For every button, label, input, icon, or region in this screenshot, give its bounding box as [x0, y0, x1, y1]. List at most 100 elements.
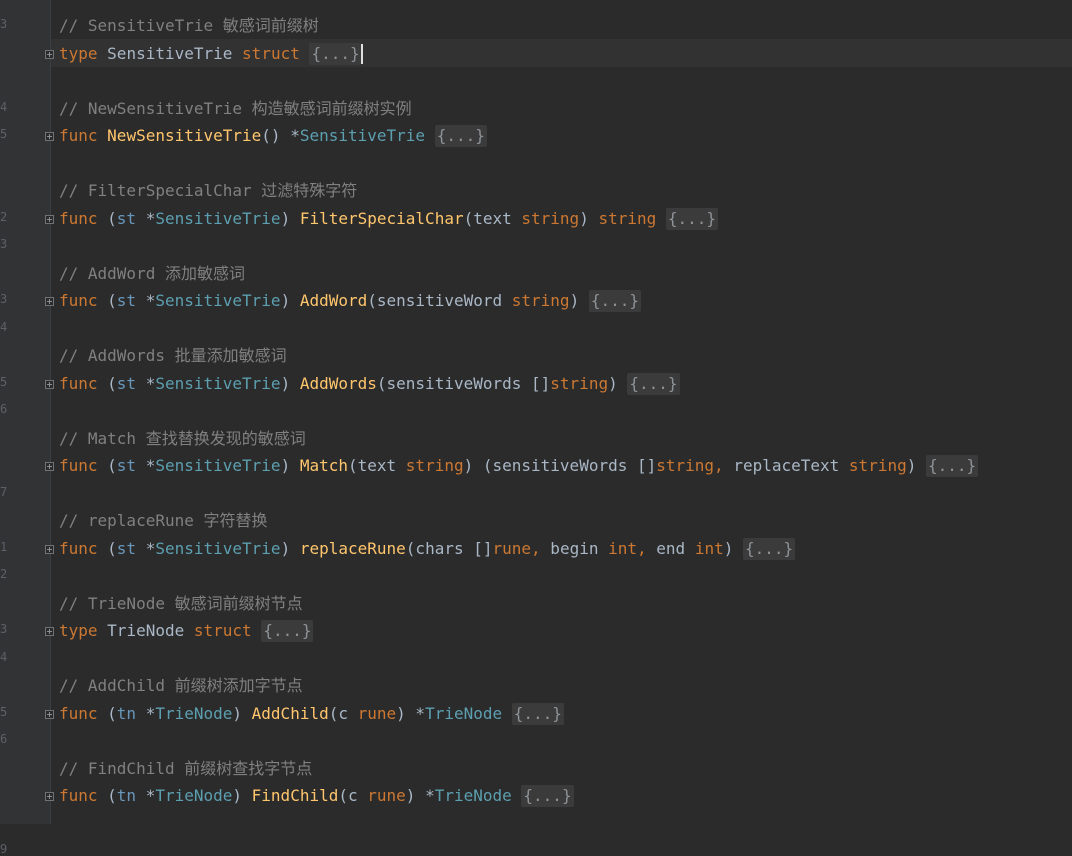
fold-expand-icon[interactable] — [45, 792, 54, 801]
code-token: string — [550, 373, 609, 393]
code-token: (c — [328, 703, 358, 723]
code-token: ( — [97, 538, 117, 558]
fold-expand-icon[interactable] — [45, 627, 54, 636]
code-declaration: func (tn *TrieNode) AddChild(c rune) *Tr… — [59, 702, 564, 725]
code-comment: // TrieNode 敏感词前缀树节点 — [59, 593, 303, 613]
code-token: tn — [116, 703, 137, 723]
code-token: TrieNode — [155, 786, 233, 805]
code-token: type — [59, 43, 98, 63]
code-token: rune — [357, 703, 397, 723]
code-token: (chars [] — [405, 538, 493, 558]
code-token: string, — [656, 456, 724, 475]
code-token: string — [848, 456, 907, 475]
code-token: int, — [608, 538, 647, 558]
code-token: (text — [348, 456, 406, 475]
fold-expand-icon[interactable] — [45, 379, 54, 389]
fold-expand-icon[interactable] — [45, 544, 54, 554]
code-token: string — [521, 208, 580, 228]
code-token: struct — [242, 43, 300, 63]
code-declaration: func (st *SensitiveTrie) Match(text stri… — [59, 455, 979, 477]
code-token: int — [694, 538, 724, 558]
code-comment: // SensitiveTrie 敏感词前缀树 — [59, 16, 319, 35]
code-declaration: func (tn *TrieNode) FindChild(c rune) *T… — [59, 785, 574, 807]
code-token: st — [116, 373, 137, 393]
code-declaration: type TrieNode struct {...} — [59, 620, 314, 642]
folded-region-placeholder[interactable]: {...} — [588, 290, 641, 312]
code-token: * — [136, 373, 156, 393]
code-token: * — [136, 456, 156, 475]
folded-region-placeholder[interactable]: {...} — [627, 372, 680, 395]
code-token: type — [59, 621, 98, 640]
line-number: 2 — [0, 567, 8, 581]
code-token: rune — [367, 786, 406, 805]
code-comment: // FindChild 前缀树查找字节点 — [59, 758, 313, 778]
code-comment: // NewSensitiveTrie 构造敏感词前缀树实例 — [59, 98, 412, 118]
code-token: * — [136, 786, 156, 805]
code-token: st — [116, 538, 137, 558]
folded-region-placeholder[interactable]: {...} — [434, 125, 487, 147]
code-token: func — [59, 208, 98, 228]
line-number: 9 — [0, 842, 8, 856]
code-token: (c — [338, 786, 368, 805]
line-number: 6 — [0, 402, 8, 416]
text-cursor — [360, 44, 363, 64]
code-token: ) — [579, 208, 599, 228]
code-token: AddWord — [299, 291, 368, 310]
code-token: tn — [116, 786, 137, 805]
code-token: (sensitiveWord — [367, 291, 512, 310]
folded-region-placeholder[interactable]: {...} — [511, 702, 564, 725]
folded-region-placeholder[interactable]: {...} — [261, 620, 314, 642]
fold-expand-icon[interactable] — [45, 49, 54, 59]
line-number: 7 — [0, 484, 8, 499]
code-token: ) * — [405, 786, 435, 805]
code-token: rune, — [492, 538, 541, 558]
fold-expand-icon[interactable] — [45, 297, 54, 306]
code-token: TrieNode — [155, 703, 233, 723]
code-token: replaceText — [723, 456, 849, 475]
line-number: 3 — [0, 17, 8, 31]
folded-region-placeholder[interactable]: {...} — [665, 207, 719, 230]
code-comment: // AddWords 批量添加敏感词 — [59, 346, 287, 365]
folded-region-placeholder[interactable]: {...} — [309, 42, 362, 65]
code-token: ( — [97, 456, 117, 475]
code-token: string — [405, 456, 464, 475]
line-number: 3 — [0, 622, 8, 636]
code-token: func — [59, 538, 98, 558]
code-token: AddWords — [299, 373, 377, 393]
code-declaration: func (st *SensitiveTrie) replaceRune(cha… — [59, 537, 796, 560]
fold-expand-icon[interactable] — [45, 462, 54, 471]
code-token: ) — [906, 456, 926, 475]
code-token: ( — [97, 291, 117, 310]
fold-expand-icon[interactable] — [45, 214, 54, 224]
folded-region-placeholder[interactable]: {...} — [925, 455, 979, 477]
code-token: (sensitiveWords [] — [376, 373, 551, 393]
code-token: end — [646, 538, 695, 558]
code-token: string — [598, 208, 657, 228]
code-token: func — [59, 373, 98, 393]
code-comment: // FilterSpecialChar 过滤特殊字符 — [59, 181, 358, 200]
code-token: * — [136, 703, 156, 723]
code-token: st — [116, 456, 137, 475]
code-token: * — [136, 538, 156, 558]
code-token: ) — [280, 373, 300, 393]
code-token: TrieNode — [107, 621, 185, 640]
code-token: SensitiveTrie — [155, 208, 281, 228]
code-token: ) (sensitiveWords [] — [463, 456, 657, 475]
fold-expand-icon[interactable] — [45, 709, 54, 719]
code-token: ) — [608, 373, 628, 393]
fold-expand-icon[interactable] — [45, 132, 54, 141]
code-token: string — [511, 291, 570, 310]
code-token: SensitiveTrie — [299, 126, 426, 145]
folded-region-placeholder[interactable]: {...} — [521, 785, 574, 807]
code-token: * — [136, 291, 156, 310]
code-declaration: func NewSensitiveTrie() *SensitiveTrie {… — [59, 125, 487, 147]
code-token: TrieNode — [434, 786, 512, 805]
line-number: 5 — [0, 127, 8, 141]
folded-region-placeholder[interactable]: {...} — [742, 537, 796, 560]
code-token: SensitiveTrie — [107, 43, 233, 63]
code-comment: // Match 查找替换发现的敏感词 — [59, 428, 306, 448]
